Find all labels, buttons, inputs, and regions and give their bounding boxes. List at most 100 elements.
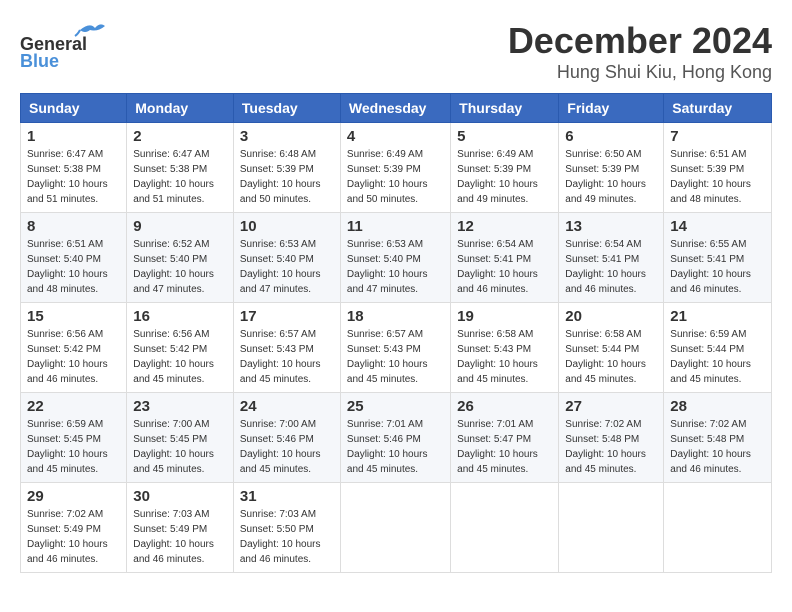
sunset: Sunset: 5:47 PM [457,434,531,445]
day-number: 17 [240,308,334,325]
daylight: Daylight: 10 hours and 45 minutes. [670,359,751,385]
day-number: 1 [27,128,120,145]
sunrise: Sunrise: 6:58 AM [457,329,533,340]
calendar-cell: 15 Sunrise: 6:56 AM Sunset: 5:42 PM Dayl… [21,303,127,393]
calendar-cell: 4 Sunrise: 6:49 AM Sunset: 5:39 PM Dayli… [340,123,450,213]
day-info: Sunrise: 7:03 AM Sunset: 5:49 PM Dayligh… [133,507,227,567]
day-number: 26 [457,398,552,415]
day-info: Sunrise: 7:01 AM Sunset: 5:46 PM Dayligh… [347,417,444,477]
day-info: Sunrise: 6:59 AM Sunset: 5:44 PM Dayligh… [670,327,765,387]
sunrise: Sunrise: 7:00 AM [240,419,316,430]
day-info: Sunrise: 6:55 AM Sunset: 5:41 PM Dayligh… [670,237,765,297]
sunrise: Sunrise: 6:57 AM [347,329,423,340]
daylight: Daylight: 10 hours and 45 minutes. [565,449,646,475]
calendar-cell: 30 Sunrise: 7:03 AM Sunset: 5:49 PM Dayl… [127,483,234,573]
calendar-cell: 6 Sunrise: 6:50 AM Sunset: 5:39 PM Dayli… [559,123,664,213]
calendar-week-4: 22 Sunrise: 6:59 AM Sunset: 5:45 PM Dayl… [21,393,772,483]
location: Hung Shui Kiu, Hong Kong [508,62,772,83]
day-info: Sunrise: 6:58 AM Sunset: 5:43 PM Dayligh… [457,327,552,387]
logo: General Blue [20,20,110,70]
sunrise: Sunrise: 7:02 AM [565,419,641,430]
calendar-cell: 13 Sunrise: 6:54 AM Sunset: 5:41 PM Dayl… [559,213,664,303]
calendar-week-5: 29 Sunrise: 7:02 AM Sunset: 5:49 PM Dayl… [21,483,772,573]
calendar-cell: 18 Sunrise: 6:57 AM Sunset: 5:43 PM Dayl… [340,303,450,393]
sunrise: Sunrise: 6:57 AM [240,329,316,340]
daylight: Daylight: 10 hours and 45 minutes. [347,359,428,385]
sunset: Sunset: 5:40 PM [347,254,421,265]
day-number: 4 [347,128,444,145]
sunset: Sunset: 5:45 PM [27,434,101,445]
calendar-cell: 28 Sunrise: 7:02 AM Sunset: 5:48 PM Dayl… [664,393,772,483]
sunrise: Sunrise: 6:51 AM [27,239,103,250]
sunset: Sunset: 5:49 PM [133,524,207,535]
daylight: Daylight: 10 hours and 47 minutes. [240,269,321,295]
calendar-header-row: SundayMondayTuesdayWednesdayThursdayFrid… [21,94,772,123]
calendar-cell: 20 Sunrise: 6:58 AM Sunset: 5:44 PM Dayl… [559,303,664,393]
daylight: Daylight: 10 hours and 45 minutes. [565,359,646,385]
day-info: Sunrise: 6:52 AM Sunset: 5:40 PM Dayligh… [133,237,227,297]
day-number: 25 [347,398,444,415]
calendar-cell: 26 Sunrise: 7:01 AM Sunset: 5:47 PM Dayl… [451,393,559,483]
sunset: Sunset: 5:39 PM [670,164,744,175]
day-number: 31 [240,488,334,505]
sunrise: Sunrise: 6:47 AM [27,149,103,160]
day-number: 23 [133,398,227,415]
calendar-cell: 11 Sunrise: 6:53 AM Sunset: 5:40 PM Dayl… [340,213,450,303]
daylight: Daylight: 10 hours and 50 minutes. [347,179,428,205]
sunset: Sunset: 5:48 PM [565,434,639,445]
sunrise: Sunrise: 6:52 AM [133,239,209,250]
daylight: Daylight: 10 hours and 51 minutes. [133,179,214,205]
calendar-cell: 5 Sunrise: 6:49 AM Sunset: 5:39 PM Dayli… [451,123,559,213]
sunset: Sunset: 5:39 PM [457,164,531,175]
day-number: 5 [457,128,552,145]
sunset: Sunset: 5:46 PM [240,434,314,445]
daylight: Daylight: 10 hours and 50 minutes. [240,179,321,205]
day-info: Sunrise: 6:54 AM Sunset: 5:41 PM Dayligh… [457,237,552,297]
day-number: 10 [240,218,334,235]
calendar-cell [664,483,772,573]
sunset: Sunset: 5:41 PM [457,254,531,265]
day-number: 2 [133,128,227,145]
calendar-cell: 8 Sunrise: 6:51 AM Sunset: 5:40 PM Dayli… [21,213,127,303]
sunset: Sunset: 5:40 PM [133,254,207,265]
daylight: Daylight: 10 hours and 46 minutes. [670,449,751,475]
sunset: Sunset: 5:43 PM [347,344,421,355]
daylight: Daylight: 10 hours and 45 minutes. [133,449,214,475]
sunrise: Sunrise: 7:01 AM [347,419,423,430]
daylight: Daylight: 10 hours and 46 minutes. [565,269,646,295]
day-info: Sunrise: 6:57 AM Sunset: 5:43 PM Dayligh… [240,327,334,387]
day-info: Sunrise: 6:57 AM Sunset: 5:43 PM Dayligh… [347,327,444,387]
sunset: Sunset: 5:46 PM [347,434,421,445]
day-number: 3 [240,128,334,145]
day-info: Sunrise: 7:00 AM Sunset: 5:46 PM Dayligh… [240,417,334,477]
sunrise: Sunrise: 6:53 AM [240,239,316,250]
sunset: Sunset: 5:39 PM [347,164,421,175]
header: General Blue December 2024 Hung Shui Kiu… [20,20,772,83]
daylight: Daylight: 10 hours and 48 minutes. [670,179,751,205]
day-info: Sunrise: 6:53 AM Sunset: 5:40 PM Dayligh… [240,237,334,297]
calendar-cell: 10 Sunrise: 6:53 AM Sunset: 5:40 PM Dayl… [233,213,340,303]
day-info: Sunrise: 6:50 AM Sunset: 5:39 PM Dayligh… [565,147,657,207]
calendar-cell: 21 Sunrise: 6:59 AM Sunset: 5:44 PM Dayl… [664,303,772,393]
sunset: Sunset: 5:40 PM [27,254,101,265]
day-info: Sunrise: 6:53 AM Sunset: 5:40 PM Dayligh… [347,237,444,297]
daylight: Daylight: 10 hours and 51 minutes. [27,179,108,205]
calendar-week-3: 15 Sunrise: 6:56 AM Sunset: 5:42 PM Dayl… [21,303,772,393]
sunrise: Sunrise: 7:00 AM [133,419,209,430]
calendar-cell: 12 Sunrise: 6:54 AM Sunset: 5:41 PM Dayl… [451,213,559,303]
day-info: Sunrise: 7:02 AM Sunset: 5:48 PM Dayligh… [565,417,657,477]
day-info: Sunrise: 6:51 AM Sunset: 5:39 PM Dayligh… [670,147,765,207]
sunset: Sunset: 5:41 PM [670,254,744,265]
day-info: Sunrise: 6:56 AM Sunset: 5:42 PM Dayligh… [133,327,227,387]
daylight: Daylight: 10 hours and 45 minutes. [457,449,538,475]
sunrise: Sunrise: 6:54 AM [457,239,533,250]
sunset: Sunset: 5:38 PM [27,164,101,175]
daylight: Daylight: 10 hours and 46 minutes. [133,539,214,565]
daylight: Daylight: 10 hours and 46 minutes. [670,269,751,295]
sunrise: Sunrise: 7:02 AM [670,419,746,430]
calendar-cell: 1 Sunrise: 6:47 AM Sunset: 5:38 PM Dayli… [21,123,127,213]
daylight: Daylight: 10 hours and 49 minutes. [457,179,538,205]
daylight: Daylight: 10 hours and 45 minutes. [240,449,321,475]
day-info: Sunrise: 7:02 AM Sunset: 5:49 PM Dayligh… [27,507,120,567]
sunrise: Sunrise: 6:48 AM [240,149,316,160]
